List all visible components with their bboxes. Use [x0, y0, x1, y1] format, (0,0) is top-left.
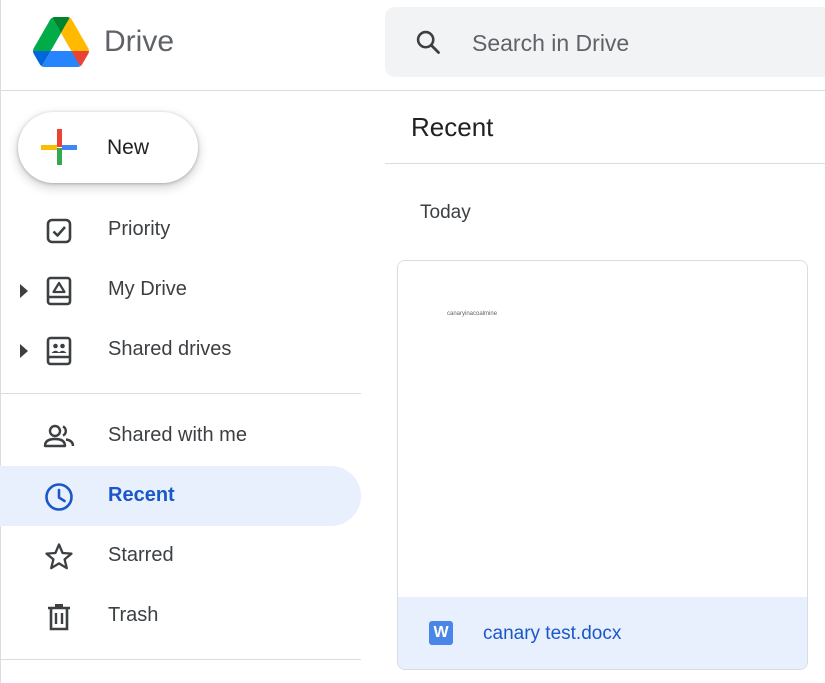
plus-icon	[41, 129, 77, 165]
file-footer[interactable]: W canary test.docx	[398, 597, 807, 669]
sidebar-item-shared-drives[interactable]: Shared drives	[0, 320, 361, 380]
search-icon[interactable]	[414, 28, 442, 56]
sidebar-item-label: Starred	[108, 544, 174, 566]
file-preview[interactable]: canaryinacoalmine	[398, 261, 807, 597]
star-icon	[43, 541, 75, 573]
sidebar-item-recent[interactable]: Recent	[0, 466, 361, 526]
sidebar-divider	[0, 393, 361, 394]
sidebar-item-label: Shared with me	[108, 424, 247, 446]
sidebar-divider	[0, 659, 361, 660]
file-card[interactable]: canaryinacoalmine W canary test.docx	[397, 260, 808, 670]
sidebar-item-label: My Drive	[108, 278, 187, 300]
search-input[interactable]	[470, 27, 814, 59]
section-label-today: Today	[420, 202, 471, 223]
sidebar-item-label: Shared drives	[108, 338, 232, 360]
sidebar-item-starred[interactable]: Starred	[0, 526, 361, 586]
sidebar-item-trash[interactable]: Trash	[0, 586, 361, 646]
new-button[interactable]: New	[18, 112, 198, 183]
sidebar-item-shared-with-me[interactable]: Shared with me	[0, 406, 361, 466]
expand-arrow-icon[interactable]	[20, 284, 28, 298]
word-doc-icon: W	[429, 621, 453, 645]
clock-icon	[43, 481, 75, 513]
people-icon	[43, 421, 75, 453]
priority-icon	[43, 215, 75, 247]
main-divider	[385, 163, 825, 164]
expand-arrow-icon[interactable]	[20, 344, 28, 358]
page-title: Recent	[411, 112, 494, 142]
sidebar-item-label: Priority	[108, 218, 171, 240]
file-name[interactable]: canary test.docx	[483, 623, 621, 645]
search-bar[interactable]	[385, 7, 825, 77]
preview-text: canaryinacoalmine	[447, 311, 498, 317]
my-drive-icon	[43, 275, 75, 307]
app-title: Drive	[104, 25, 175, 58]
header-divider	[0, 90, 825, 91]
shared-drives-icon	[43, 335, 75, 367]
sidebar-item-my-drive[interactable]: My Drive	[0, 260, 361, 320]
sidebar-item-priority[interactable]: Priority	[0, 200, 361, 260]
drive-logo-icon[interactable]	[33, 17, 89, 67]
new-button-label: New	[107, 136, 150, 159]
trash-icon	[43, 601, 75, 633]
sidebar-item-label: Recent	[108, 484, 175, 506]
sidebar-item-label: Trash	[108, 604, 159, 626]
